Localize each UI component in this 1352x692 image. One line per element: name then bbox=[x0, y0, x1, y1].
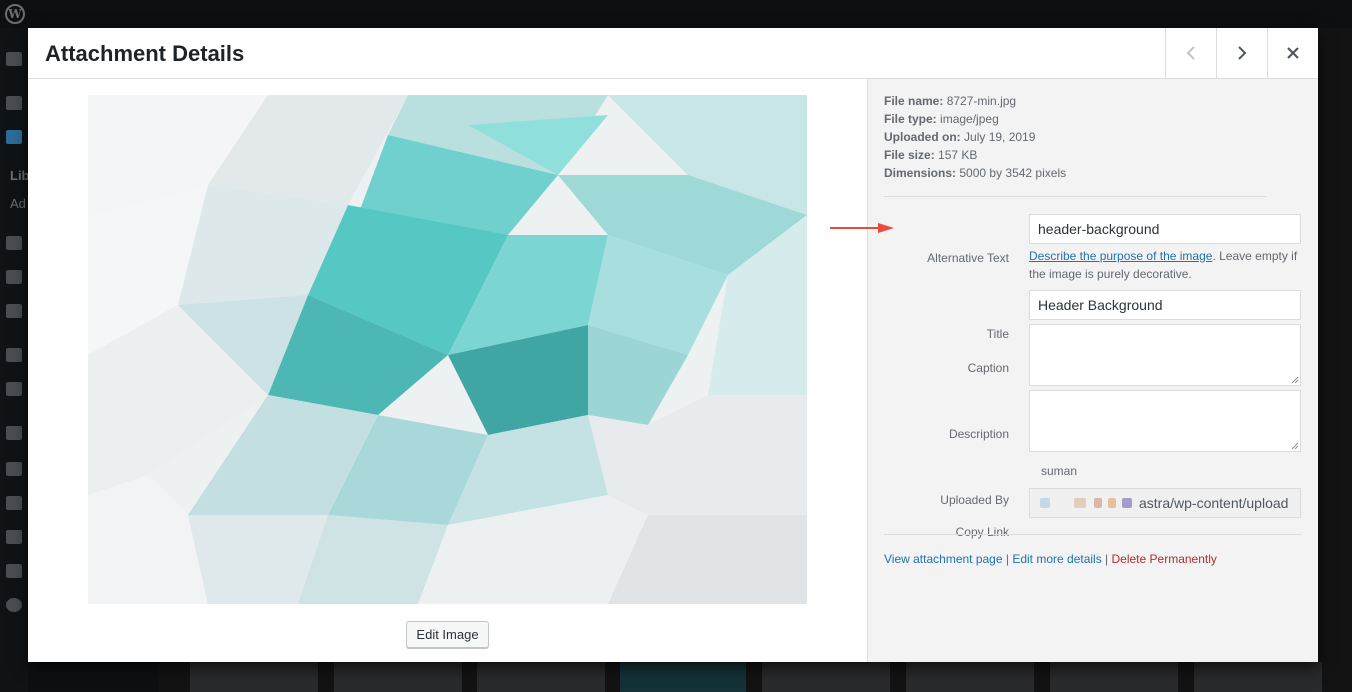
alt-text-help: Describe the purpose of the image. Leave… bbox=[1029, 247, 1303, 283]
uploaded-on-value: July 19, 2019 bbox=[964, 130, 1036, 144]
media-icon[interactable] bbox=[6, 130, 22, 144]
users-icon[interactable] bbox=[6, 496, 22, 510]
file-name-row: File name: 8727-min.jpg bbox=[884, 92, 1016, 110]
wordpress-logo-icon[interactable]: W bbox=[5, 4, 25, 24]
alt-text-label: Alternative Text bbox=[927, 251, 1009, 265]
edit-image-button[interactable]: Edit Image bbox=[406, 621, 489, 648]
redacted-url-part bbox=[1108, 498, 1116, 508]
attachment-details-modal: Attachment Details Edit Image File name:… bbox=[28, 28, 1318, 662]
copy-link-input[interactable]: astra/wp-content/upload bbox=[1029, 488, 1301, 518]
description-label: Description bbox=[948, 427, 1009, 441]
file-type-row: File type: image/jpeg bbox=[884, 110, 999, 128]
next-button[interactable] bbox=[1216, 28, 1267, 78]
caption-label: Caption bbox=[967, 361, 1009, 375]
appearance-icon[interactable] bbox=[6, 426, 22, 440]
attachment-media-view: Edit Image bbox=[28, 79, 867, 662]
resize-grip-icon[interactable] bbox=[1291, 376, 1299, 384]
describe-purpose-link[interactable]: Describe the purpose of the image bbox=[1029, 249, 1212, 263]
red-arrow-icon bbox=[830, 223, 894, 233]
file-type-value: image/jpeg bbox=[940, 112, 999, 126]
copy-link-label: Copy Link bbox=[955, 525, 1009, 539]
separator: | bbox=[1002, 552, 1013, 566]
divider bbox=[884, 534, 1302, 535]
file-size-label: File size: bbox=[884, 148, 935, 162]
description-textarea[interactable] bbox=[1029, 390, 1301, 452]
redacted-url-part bbox=[1040, 498, 1050, 508]
sidebar-item-library[interactable]: Lib bbox=[10, 168, 30, 183]
dashboard-icon[interactable] bbox=[6, 52, 22, 66]
attachment-preview-image bbox=[88, 95, 807, 604]
modal-title: Attachment Details bbox=[45, 41, 245, 66]
dimensions-label: Dimensions: bbox=[884, 166, 957, 180]
templates-icon[interactable] bbox=[6, 382, 22, 396]
uploaded-by-label: Uploaded By bbox=[940, 493, 1009, 507]
file-size-value: 157 KB bbox=[938, 148, 978, 162]
settings-icon[interactable] bbox=[6, 564, 22, 578]
alt-text-input[interactable]: header-background bbox=[1029, 214, 1301, 244]
divider bbox=[884, 196, 1267, 197]
collapse-menu-icon[interactable] bbox=[6, 598, 22, 612]
separator: | bbox=[1101, 552, 1112, 566]
forms-icon[interactable] bbox=[6, 304, 22, 318]
tools-icon[interactable] bbox=[6, 530, 22, 544]
redacted-url-part bbox=[1122, 498, 1132, 508]
uploaded-by-value: suman bbox=[1041, 464, 1078, 478]
edit-more-details-link[interactable]: Edit more details bbox=[1012, 552, 1101, 566]
chevron-left-icon bbox=[1186, 46, 1195, 60]
sidebar-item-add-new[interactable]: Ad bbox=[10, 196, 26, 211]
redacted-url-part bbox=[1074, 498, 1086, 508]
previous-button[interactable] bbox=[1165, 28, 1216, 78]
copy-link-value: astra/wp-content/upload bbox=[1139, 495, 1289, 511]
caption-textarea[interactable] bbox=[1029, 324, 1301, 386]
elementor-icon[interactable] bbox=[6, 348, 22, 362]
admin-toolbar: W bbox=[0, 0, 1352, 28]
dimensions-row: Dimensions: 5000 by 3542 pixels bbox=[884, 164, 1066, 182]
delete-permanently-link[interactable]: Delete Permanently bbox=[1112, 552, 1217, 566]
close-button[interactable] bbox=[1267, 28, 1318, 78]
uploaded-on-label: Uploaded on: bbox=[884, 130, 961, 144]
comments-icon[interactable] bbox=[6, 270, 22, 284]
plugins-icon[interactable] bbox=[6, 462, 22, 476]
close-icon bbox=[1287, 47, 1299, 59]
dimensions-value: 5000 by 3542 pixels bbox=[959, 166, 1067, 180]
file-type-label: File type: bbox=[884, 112, 937, 126]
modal-header: Attachment Details bbox=[28, 28, 1318, 79]
posts-icon[interactable] bbox=[6, 96, 22, 110]
uploaded-on-row: Uploaded on: July 19, 2019 bbox=[884, 128, 1035, 146]
attachment-info-panel: File name: 8727-min.jpg File type: image… bbox=[867, 79, 1318, 662]
file-name-label: File name: bbox=[884, 94, 944, 108]
title-input[interactable]: Header Background bbox=[1029, 290, 1301, 320]
view-attachment-page-link[interactable]: View attachment page bbox=[884, 552, 1003, 566]
title-label: Title bbox=[986, 327, 1009, 341]
pages-icon[interactable] bbox=[6, 236, 22, 250]
polygon-image bbox=[88, 95, 807, 604]
file-size-row: File size: 157 KB bbox=[884, 146, 977, 164]
redacted-url-part bbox=[1094, 498, 1102, 508]
chevron-right-icon bbox=[1238, 46, 1247, 60]
file-name-value: 8727-min.jpg bbox=[946, 94, 1017, 108]
resize-grip-icon[interactable] bbox=[1291, 442, 1299, 450]
attachment-actions: View attachment page | Edit more details… bbox=[884, 552, 1217, 566]
admin-sidebar: Lib Ad bbox=[0, 28, 30, 692]
